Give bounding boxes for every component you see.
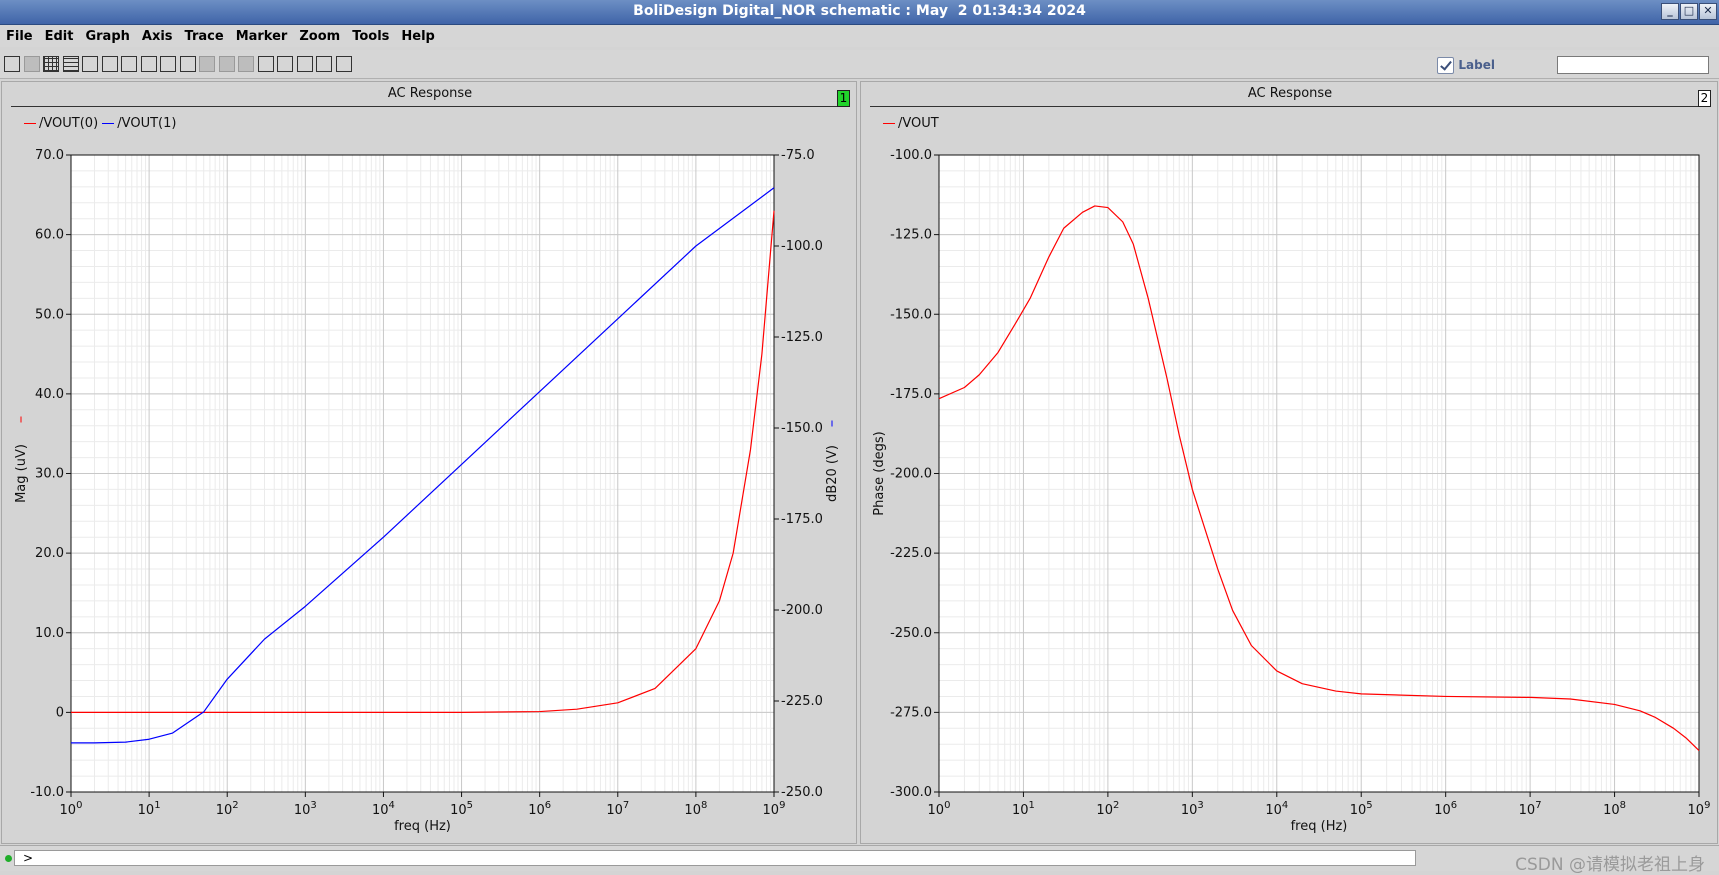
- label-checkbox[interactable]: [1437, 56, 1455, 74]
- y-tick-label: -225.0: [890, 546, 932, 561]
- y2-axis-label: dB20 (V): [825, 445, 840, 502]
- x-tick-label: 105: [1350, 800, 1373, 818]
- x-tick-label: 102: [1096, 800, 1119, 818]
- x-axis-label: freq (Hz): [1291, 819, 1348, 834]
- graph-panel-1[interactable]: AC Response 1 /VOUT(0) /VOUT(1) 100 101 10…: [1, 81, 857, 844]
- zoom-y-icon[interactable]: [316, 56, 332, 72]
- move-subwindow-icon[interactable]: [160, 56, 176, 72]
- table-icon[interactable]: [257, 56, 274, 72]
- ac-phase-plot[interactable]: 100 101 102 103 104 105 106 107 108 109 -100.0 -125…: [861, 82, 1719, 845]
- menu-help[interactable]: Help: [395, 26, 440, 44]
- y-tick-label: -100.0: [890, 148, 932, 163]
- x-tick-label: 104: [372, 800, 395, 818]
- snap-icon[interactable]: [199, 56, 215, 72]
- y-tick-label: 70.0: [35, 148, 64, 163]
- y-tick-label: -125.0: [890, 228, 932, 243]
- y-tick-label: 40.0: [35, 387, 64, 402]
- x-tick-label: 109: [1688, 800, 1711, 818]
- y2-tick-label: -100.0: [781, 239, 823, 254]
- y-tick-label: 10.0: [35, 626, 64, 641]
- label-checkbox-text: Label: [1458, 58, 1495, 72]
- menu-file[interactable]: File: [0, 26, 39, 44]
- stack-icon[interactable]: [82, 56, 98, 72]
- y2-tick-label: -250.0: [781, 785, 823, 800]
- y-tick-label: -10.0: [30, 785, 64, 800]
- y-tick-label: 50.0: [35, 307, 64, 322]
- x-tick-label: 109: [763, 800, 786, 818]
- y-tick-label: -275.0: [890, 705, 932, 720]
- x-tick-label: 101: [138, 800, 161, 818]
- label-toggle[interactable]: Label: [1437, 55, 1495, 75]
- y-tick-label: -175.0: [890, 387, 932, 402]
- x-tick-label: 107: [1519, 800, 1542, 818]
- x-tick-label: 100: [60, 800, 83, 818]
- x-tick-label: 103: [294, 800, 317, 818]
- split-icon[interactable]: [101, 56, 118, 72]
- close-button[interactable]: ✕: [1699, 3, 1717, 20]
- x-tick-label: 105: [450, 800, 473, 818]
- x-tick-label: 106: [1434, 800, 1457, 818]
- status-indicator-icon: [5, 855, 12, 862]
- watermark: CSDN @请模拟老祖上身: [1515, 855, 1705, 875]
- x-tick-label: 103: [1181, 800, 1204, 818]
- x-tick-label: 100: [928, 800, 951, 818]
- x-tick-label: 104: [1265, 800, 1288, 818]
- menu-trace[interactable]: Trace: [179, 26, 230, 44]
- printer-icon[interactable]: [4, 56, 20, 72]
- zoom-x-icon[interactable]: [296, 56, 313, 72]
- ac-magnitude-plot[interactable]: 100 101 102 103 104 105 106 107 108 109 70.0 60.0 50…: [2, 82, 858, 845]
- toolbar: Label: [0, 50, 1719, 79]
- y2-tick-label: -125.0: [781, 330, 823, 345]
- menu-bar: File Edit Graph Axis Trace Marker Zoom Tools Hel…: [0, 25, 1719, 47]
- zoom-fit-icon[interactable]: [335, 56, 352, 72]
- grid-icon[interactable]: [43, 56, 59, 72]
- y-tick-label: -200.0: [890, 467, 932, 482]
- y-tick-label: 20.0: [35, 546, 64, 561]
- label-toggle-icon[interactable]: [179, 56, 196, 72]
- hardcopy-icon[interactable]: [23, 56, 40, 72]
- y-axis-label: Phase (degs): [872, 431, 887, 515]
- x-tick-label: 107: [606, 800, 629, 818]
- menu-zoom[interactable]: Zoom: [293, 26, 346, 44]
- y2-tick-label: -175.0: [781, 512, 823, 527]
- add-subwindow-icon[interactable]: [121, 56, 137, 72]
- x-tick-label: 101: [1012, 800, 1035, 818]
- y-tick-label: -300.0: [890, 785, 932, 800]
- y-tick-label: 30.0: [35, 467, 64, 482]
- x-tick-label: 108: [1603, 800, 1626, 818]
- y2-tick-label: -150.0: [781, 421, 823, 436]
- status-bar: > CSDN @请模拟老祖上身: [0, 845, 1719, 875]
- display-icon[interactable]: [218, 56, 235, 72]
- title-bar: BoliDesign Digital_NOR schematic : May 2…: [0, 0, 1719, 25]
- x-tick-label: 106: [528, 800, 551, 818]
- maximize-button[interactable]: □: [1680, 3, 1698, 20]
- command-line[interactable]: >: [14, 850, 1416, 866]
- minimize-button[interactable]: _: [1661, 3, 1679, 20]
- y-tick-label: -250.0: [890, 626, 932, 641]
- graph-panel-2[interactable]: AC Response 2 /VOUT 100 101 102 103 104 105 10…: [860, 81, 1718, 844]
- y2-tick-label: -225.0: [781, 694, 823, 709]
- menu-marker[interactable]: Marker: [230, 26, 294, 44]
- window-title: BoliDesign Digital_NOR schematic : May 2…: [633, 3, 1086, 19]
- label-input[interactable]: [1557, 56, 1709, 74]
- menu-axis[interactable]: Axis: [136, 26, 179, 44]
- y-tick-label: 60.0: [35, 228, 64, 243]
- y2-tick-label: -200.0: [781, 603, 823, 618]
- erase-icon[interactable]: [238, 56, 254, 72]
- strip-icon[interactable]: [62, 56, 79, 72]
- menu-tools[interactable]: Tools: [346, 26, 395, 44]
- delete-subwindow-icon[interactable]: [140, 56, 157, 72]
- x-axis-label: freq (Hz): [394, 819, 451, 834]
- y2-tick-label: -75.0: [781, 148, 815, 163]
- y-axis-label: Mag (uV): [14, 444, 29, 503]
- fit-icon[interactable]: [277, 56, 293, 72]
- x-tick-label: 102: [216, 800, 239, 818]
- y-tick-label: -150.0: [890, 307, 932, 322]
- menu-edit[interactable]: Edit: [39, 26, 80, 44]
- x-tick-label: 108: [684, 800, 707, 818]
- y-tick-label: 0: [56, 705, 64, 720]
- menu-graph[interactable]: Graph: [79, 26, 135, 44]
